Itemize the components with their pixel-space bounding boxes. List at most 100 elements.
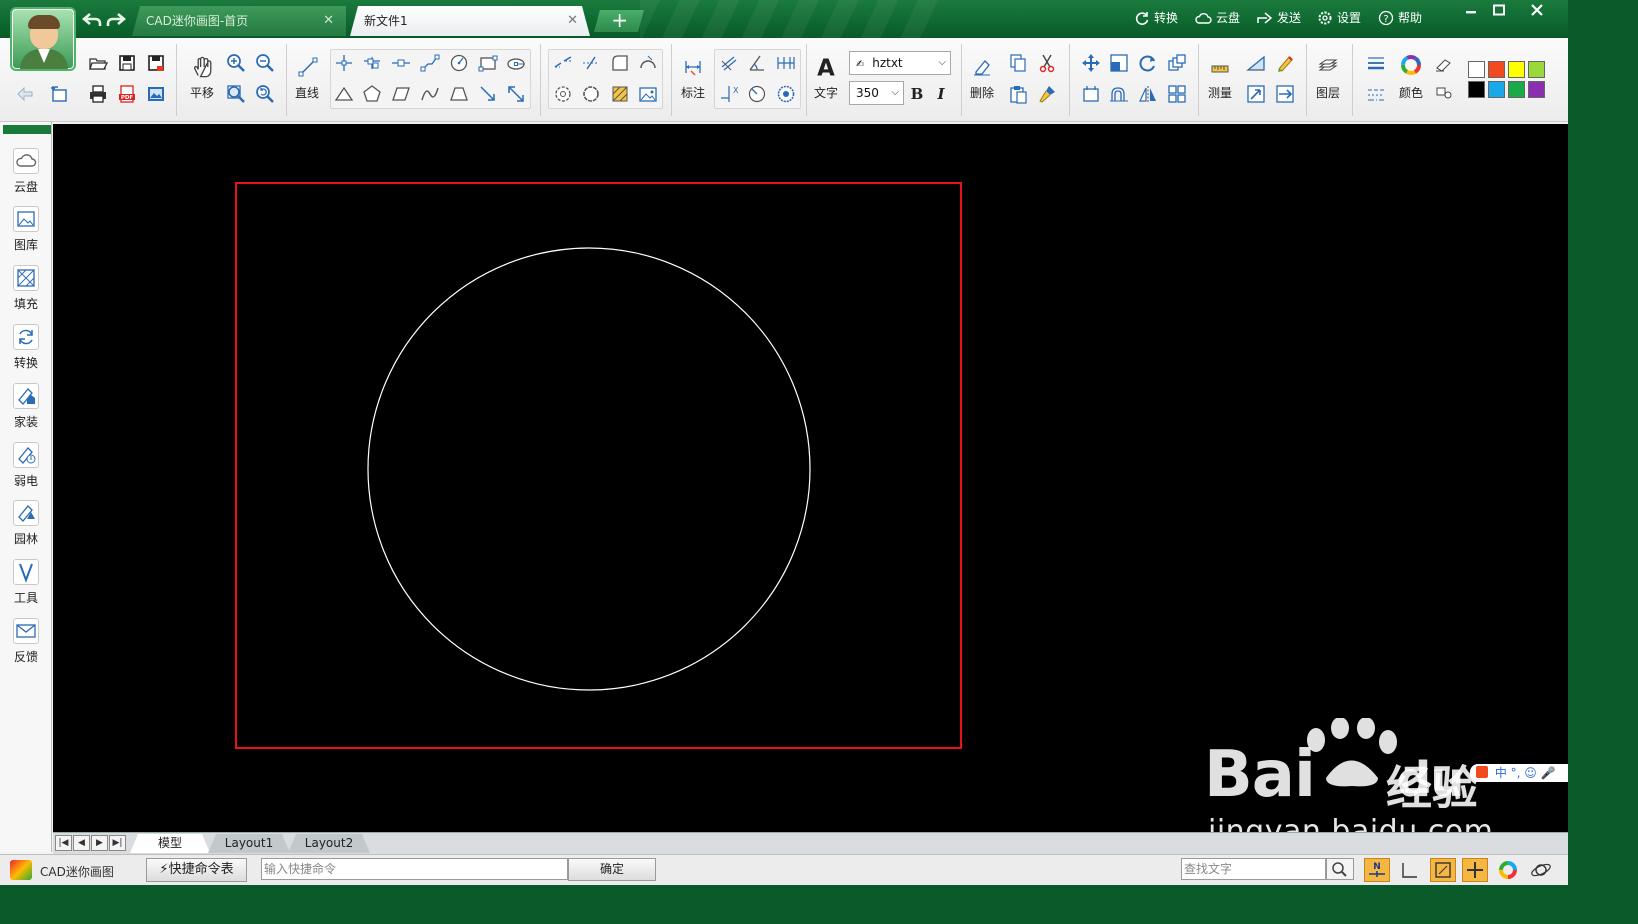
italic-button[interactable]: I — [929, 81, 953, 107]
double-arrow-line-icon[interactable] — [503, 81, 529, 107]
menu-convert[interactable]: 转换 — [1134, 9, 1178, 26]
bold-button[interactable]: B — [905, 81, 929, 107]
polygon-tool-icon[interactable] — [359, 81, 385, 107]
scale-icon[interactable] — [1106, 50, 1132, 76]
measure-label[interactable]: 测量 — [1203, 84, 1237, 101]
rectangle-tool-icon[interactable] — [475, 50, 501, 76]
diameter-dimension-icon[interactable] — [773, 81, 799, 107]
last-layout-button[interactable]: ▶| — [109, 835, 126, 851]
color-wheel-icon[interactable] — [1398, 52, 1424, 78]
tab-home-close-icon[interactable]: ✕ — [323, 6, 334, 36]
cut-icon[interactable] — [1034, 50, 1060, 76]
next-layout-button[interactable]: ▶ — [91, 835, 108, 851]
export-pdf-icon[interactable]: PDF — [114, 81, 140, 107]
import-block-icon[interactable] — [1243, 81, 1269, 107]
aligned-dimension-icon[interactable] — [716, 50, 742, 76]
match-properties-brush-icon[interactable] — [1034, 81, 1060, 107]
dimension-icon[interactable] — [680, 54, 706, 80]
color-label[interactable]: 颜色 — [1396, 84, 1426, 101]
crosshair-toggle-icon[interactable] — [1462, 858, 1488, 882]
font-size-select[interactable]: 350 ⌵ — [849, 81, 904, 105]
user-avatar[interactable] — [10, 7, 76, 71]
pencil-icon[interactable] — [1272, 50, 1298, 76]
text-tool-icon[interactable]: A — [812, 52, 840, 82]
ellipse-tool-icon[interactable] — [503, 50, 529, 76]
save-as-icon[interactable] — [143, 50, 169, 76]
pan-label[interactable]: 平移 — [185, 84, 219, 101]
open-file-icon[interactable] — [85, 50, 111, 76]
tab-layout2[interactable]: Layout2 — [288, 834, 370, 853]
coordinate-dimension-icon[interactable]: X — [716, 81, 742, 107]
confirm-button[interactable]: 确定 — [568, 858, 656, 881]
snap-toggle-icon[interactable]: N — [1364, 858, 1390, 882]
hatch-tool-icon[interactable] — [607, 81, 633, 107]
lineweight-icon[interactable] — [1363, 50, 1389, 76]
eraser-small-icon[interactable] — [1431, 52, 1457, 78]
trapezoid-tool-icon[interactable] — [446, 81, 472, 107]
export-image-icon[interactable] — [143, 81, 169, 107]
xline-icon[interactable] — [359, 50, 385, 76]
undo-icon[interactable] — [81, 10, 102, 34]
delete-label[interactable]: 删除 — [965, 84, 999, 101]
donut-icon[interactable] — [550, 81, 576, 107]
shortcut-table-button[interactable]: ⚡快捷命令表 — [146, 858, 247, 882]
save-icon[interactable] — [114, 50, 140, 76]
array-icon[interactable] — [1164, 50, 1190, 76]
color-swatch-red[interactable] — [1488, 61, 1505, 78]
insert-image-icon[interactable] — [635, 81, 661, 107]
break-line-icon[interactable] — [550, 50, 576, 76]
polyline-icon[interactable] — [331, 50, 357, 76]
explode-grid-icon[interactable] — [1164, 81, 1190, 107]
mirror-icon[interactable] — [1135, 81, 1161, 107]
first-layout-button[interactable]: |◀ — [55, 835, 72, 851]
circle-tool-icon[interactable] — [446, 50, 472, 76]
zoom-in-icon[interactable] — [223, 50, 249, 76]
sidebar-item-home-decor[interactable]: 家装 — [2, 383, 50, 439]
command-input[interactable]: 输入快捷命令 — [261, 858, 568, 880]
arc-tool-icon[interactable] — [635, 50, 661, 76]
print-icon[interactable] — [85, 81, 111, 107]
offset-icon[interactable] — [1106, 81, 1132, 107]
layers-icon[interactable] — [1315, 54, 1341, 80]
new-file-icon[interactable] — [46, 81, 72, 107]
redo-icon[interactable] — [106, 10, 127, 34]
revision-cloud-icon[interactable] — [578, 81, 604, 107]
menu-send[interactable]: 发送 — [1256, 9, 1301, 26]
measure-ruler-icon[interactable] — [1207, 54, 1233, 80]
sidebar-item-library[interactable]: 图库 — [2, 206, 50, 262]
spline-tool-icon[interactable] — [417, 81, 443, 107]
tab-home[interactable]: CAD迷你画图-首页 ✕ — [132, 6, 346, 36]
tab-layout1[interactable]: Layout1 — [208, 834, 290, 853]
color-wheel-status-icon[interactable] — [1495, 858, 1521, 882]
sidebar-item-feedback[interactable]: 反馈 — [2, 618, 50, 674]
measure-area-icon[interactable] — [1243, 50, 1269, 76]
font-name-select[interactable]: ✍ hztxt ⌵ — [849, 51, 951, 75]
search-button[interactable] — [1326, 858, 1354, 880]
menu-settings[interactable]: 设置 — [1317, 9, 1361, 26]
color-swatch-green[interactable] — [1508, 81, 1525, 98]
color-swatch-lime[interactable] — [1528, 61, 1545, 78]
sidebar-item-low-voltage[interactable]: 弱电 — [2, 442, 50, 498]
back-icon[interactable] — [12, 81, 38, 107]
radius-dimension-icon[interactable] — [744, 81, 770, 107]
paste-icon[interactable] — [1005, 81, 1031, 107]
maximize-button[interactable] — [1486, 4, 1512, 20]
drawing-canvas[interactable] — [53, 124, 1568, 832]
menu-help[interactable]: ? 帮助 — [1378, 9, 1422, 26]
minimize-button[interactable] — [1458, 4, 1484, 20]
continuous-dimension-icon[interactable] — [773, 50, 799, 76]
eraser-icon[interactable] — [969, 54, 995, 80]
color-swatch-cyan[interactable] — [1488, 81, 1505, 98]
tab-new-file-close-icon[interactable]: ✕ — [567, 6, 578, 36]
sidebar-item-garden[interactable]: 园林 — [2, 500, 50, 556]
pan-hand-icon[interactable] — [189, 52, 217, 82]
color-swatch-purple[interactable] — [1528, 81, 1545, 98]
new-tab-button[interactable]: + — [594, 8, 644, 32]
copy-icon[interactable] — [1005, 50, 1031, 76]
ray-icon[interactable] — [388, 50, 414, 76]
grid-toggle-icon[interactable] — [1430, 858, 1456, 882]
tab-new-file[interactable]: 新文件1 ✕ — [350, 6, 590, 36]
color-swatch-white[interactable] — [1468, 61, 1485, 78]
text-label[interactable]: 文字 — [809, 84, 843, 101]
zoom-window-icon[interactable] — [223, 81, 249, 107]
